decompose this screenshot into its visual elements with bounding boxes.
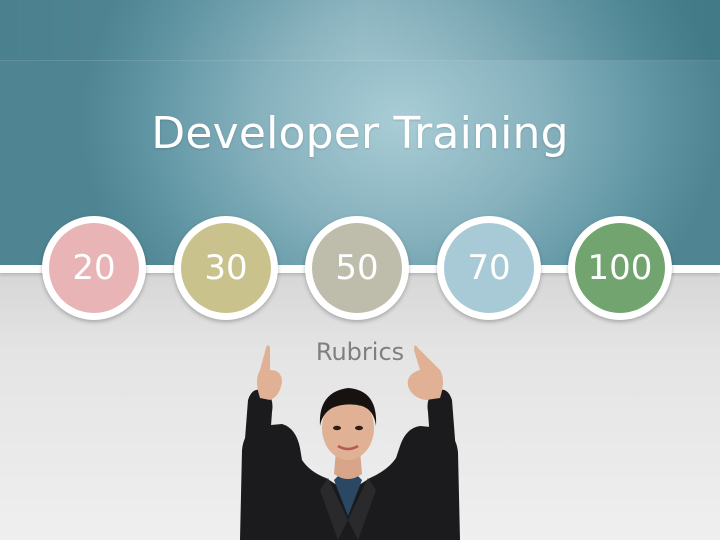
score-label: 70 bbox=[444, 223, 534, 313]
score-circle-20[interactable]: 20 bbox=[42, 216, 146, 320]
presenter-left-hand bbox=[257, 345, 282, 400]
score-label: 30 bbox=[181, 223, 271, 313]
score-circle-50[interactable]: 50 bbox=[305, 216, 409, 320]
score-circle-30[interactable]: 30 bbox=[174, 216, 278, 320]
presenter-photo bbox=[240, 345, 460, 540]
score-circle-100[interactable]: 100 bbox=[568, 216, 672, 320]
score-label: 20 bbox=[49, 223, 139, 313]
presenter-right-hand bbox=[407, 345, 443, 400]
slide-title: Developer Training bbox=[151, 108, 569, 159]
score-label: 50 bbox=[312, 223, 402, 313]
score-label: 100 bbox=[575, 223, 665, 313]
slide: Developer Training 20 30 50 70 100 Rubri… bbox=[0, 0, 720, 540]
header-strip bbox=[0, 0, 720, 61]
score-circle-70[interactable]: 70 bbox=[437, 216, 541, 320]
